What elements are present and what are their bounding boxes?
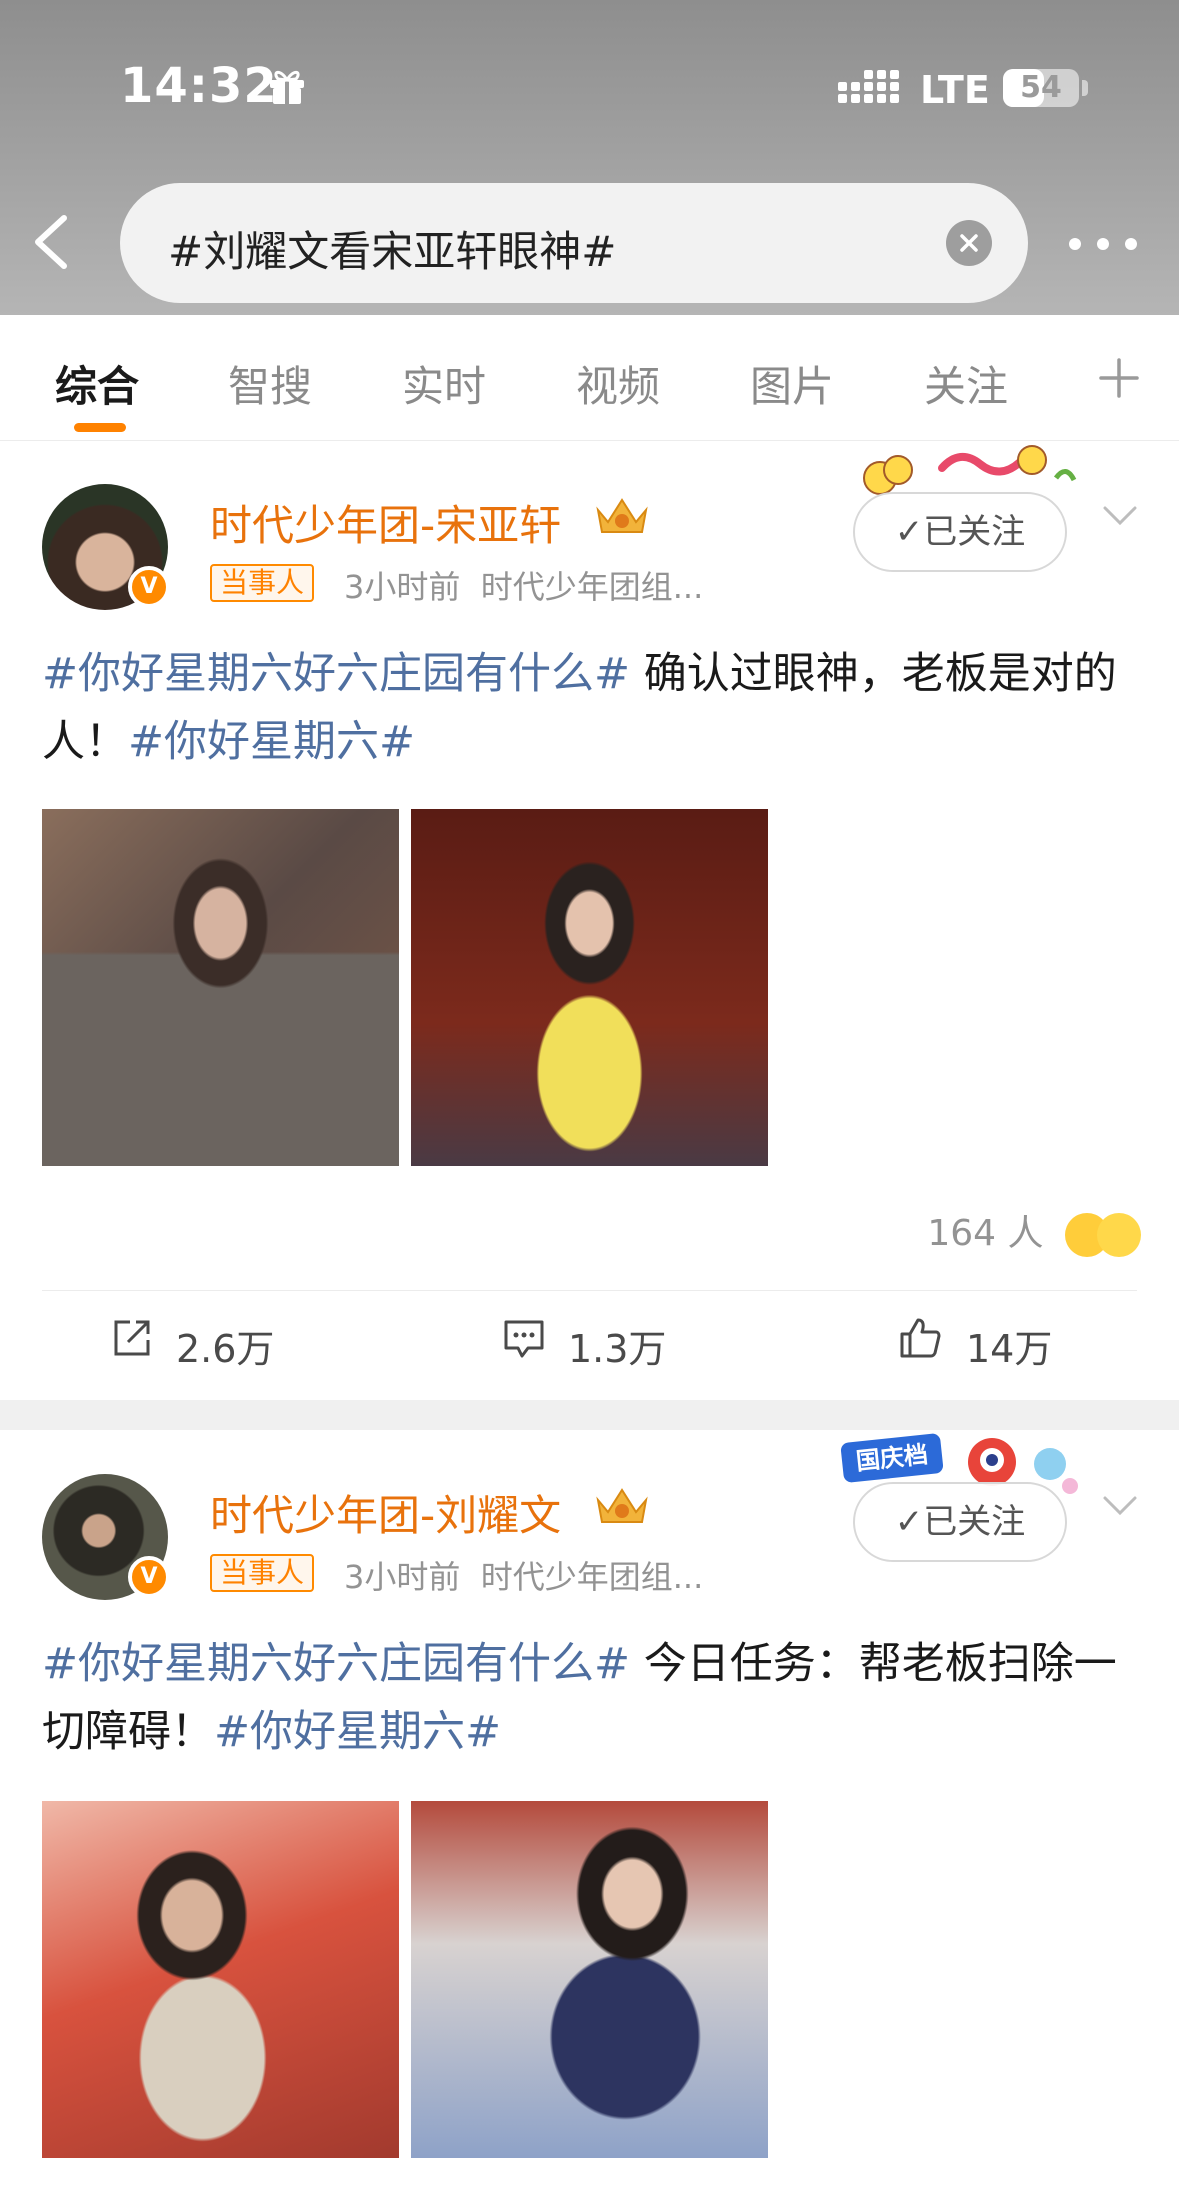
author-name[interactable]: 时代少年团-刘耀文 [210, 1482, 561, 1543]
laugh-emoji-icon [1097, 1213, 1141, 1257]
close-icon [960, 234, 978, 252]
network-type: LTE [920, 68, 990, 112]
reactions[interactable]: 164 人 [927, 1204, 1141, 1257]
crown-icon [596, 498, 648, 533]
post-card[interactable]: V 时代少年团-宋亚轩 当事人 3小时前 时代少年团组... ✓已关注 #你好星… [0, 442, 1179, 1400]
role-tag: 当事人 [210, 1554, 315, 1592]
thumbs-up-icon [900, 1318, 941, 1358]
repost-button[interactable]: 2.6万 [110, 1316, 310, 1371]
tab-pictures[interactable]: 图片 [750, 353, 834, 414]
tab-following[interactable]: 关注 [924, 353, 1008, 414]
divider [42, 1290, 1137, 1291]
search-query: #刘耀文看宋亚轩眼神# [168, 227, 617, 276]
search-tabs: 综合 智搜 实时 视频 图片 关注 [0, 315, 1179, 441]
active-tab-indicator [74, 423, 126, 432]
back-arrow-icon[interactable] [30, 212, 74, 272]
like-button[interactable]: 14万 [898, 1316, 1078, 1371]
chevron-down-icon[interactable] [1102, 1494, 1138, 1518]
post-text: #你好星期六好六庄园有什么# 确认过眼神，老板是对的人！#你好星期六# [42, 640, 1142, 776]
weibo-search-screen: 14:32 LTE 54 #刘耀文看宋亚轩眼神# 综合 智搜 实时 视频 图片 … [0, 0, 1179, 2197]
topic-link[interactable]: #你好星期六好六庄园有什么# [42, 649, 630, 699]
post-card[interactable]: V 时代少年团-刘耀文 当事人 3小时前 时代少年团组... 国庆档 ✓已关注 … [0, 1430, 1179, 2197]
follow-button[interactable]: ✓已关注 [853, 492, 1067, 572]
post-time: 3小时前 [344, 568, 461, 606]
post-image[interactable] [42, 1801, 399, 2158]
gift-icon [270, 70, 304, 104]
more-options-icon[interactable] [1068, 234, 1138, 254]
tab-comprehensive[interactable]: 综合 [55, 353, 139, 414]
add-tab-icon[interactable] [1098, 357, 1140, 399]
follow-label: 已关注 [923, 1502, 1026, 1542]
author-name[interactable]: 时代少年团-宋亚轩 [210, 492, 561, 553]
post-image[interactable] [411, 1801, 768, 2158]
clear-search-button[interactable] [946, 220, 992, 266]
cellular-signal-icon [838, 70, 899, 103]
header: 14:32 LTE 54 #刘耀文看宋亚轩眼神# [0, 0, 1179, 315]
like-count: 14万 [966, 1327, 1053, 1371]
national-day-badge: 国庆档 [840, 1432, 944, 1484]
feed-separator [0, 1400, 1179, 1430]
comment-button[interactable]: 1.3万 [502, 1316, 702, 1371]
chevron-down-icon[interactable] [1102, 504, 1138, 528]
topic-link[interactable]: #你好星期六# [128, 717, 415, 767]
comment-icon [504, 1320, 544, 1358]
verified-badge: V [128, 1556, 170, 1598]
post-time: 3小时前 [344, 1558, 461, 1596]
comment-count: 1.3万 [568, 1327, 667, 1371]
post-image[interactable] [411, 809, 768, 1166]
post-text: #你好星期六好六庄园有什么# 今日任务：帮老板扫除一切障碍！#你好星期六# [42, 1630, 1142, 1766]
crown-icon [596, 1488, 648, 1523]
repost-count: 2.6万 [176, 1327, 275, 1371]
follow-label: 已关注 [923, 512, 1026, 552]
topic-link[interactable]: #你好星期六好六庄园有什么# [42, 1639, 630, 1689]
tab-smart-search[interactable]: 智搜 [228, 353, 312, 414]
status-time: 14:32 [120, 58, 278, 114]
follow-button[interactable]: ✓已关注 [853, 1482, 1067, 1562]
battery-tip [1082, 80, 1088, 96]
tab-realtime[interactable]: 实时 [402, 353, 486, 414]
role-tag: 当事人 [210, 564, 315, 602]
repost-icon [114, 1320, 150, 1356]
post-source: 时代少年团组... [480, 1558, 704, 1596]
tab-video[interactable]: 视频 [576, 353, 660, 414]
topic-link[interactable]: #你好星期六# [214, 1707, 501, 1757]
search-input[interactable]: #刘耀文看宋亚轩眼神# [120, 183, 1028, 303]
post-meta: 3小时前 时代少年团组... [344, 562, 703, 608]
battery-percent: 54 [1020, 70, 1062, 105]
verified-badge: V [128, 566, 170, 608]
post-image[interactable] [42, 809, 399, 1166]
reactions-count: 164 人 [927, 1213, 1044, 1254]
battery-icon: 54 [1003, 69, 1079, 107]
post-source: 时代少年团组... [480, 568, 704, 606]
post-meta: 3小时前 时代少年团组... [344, 1552, 703, 1598]
